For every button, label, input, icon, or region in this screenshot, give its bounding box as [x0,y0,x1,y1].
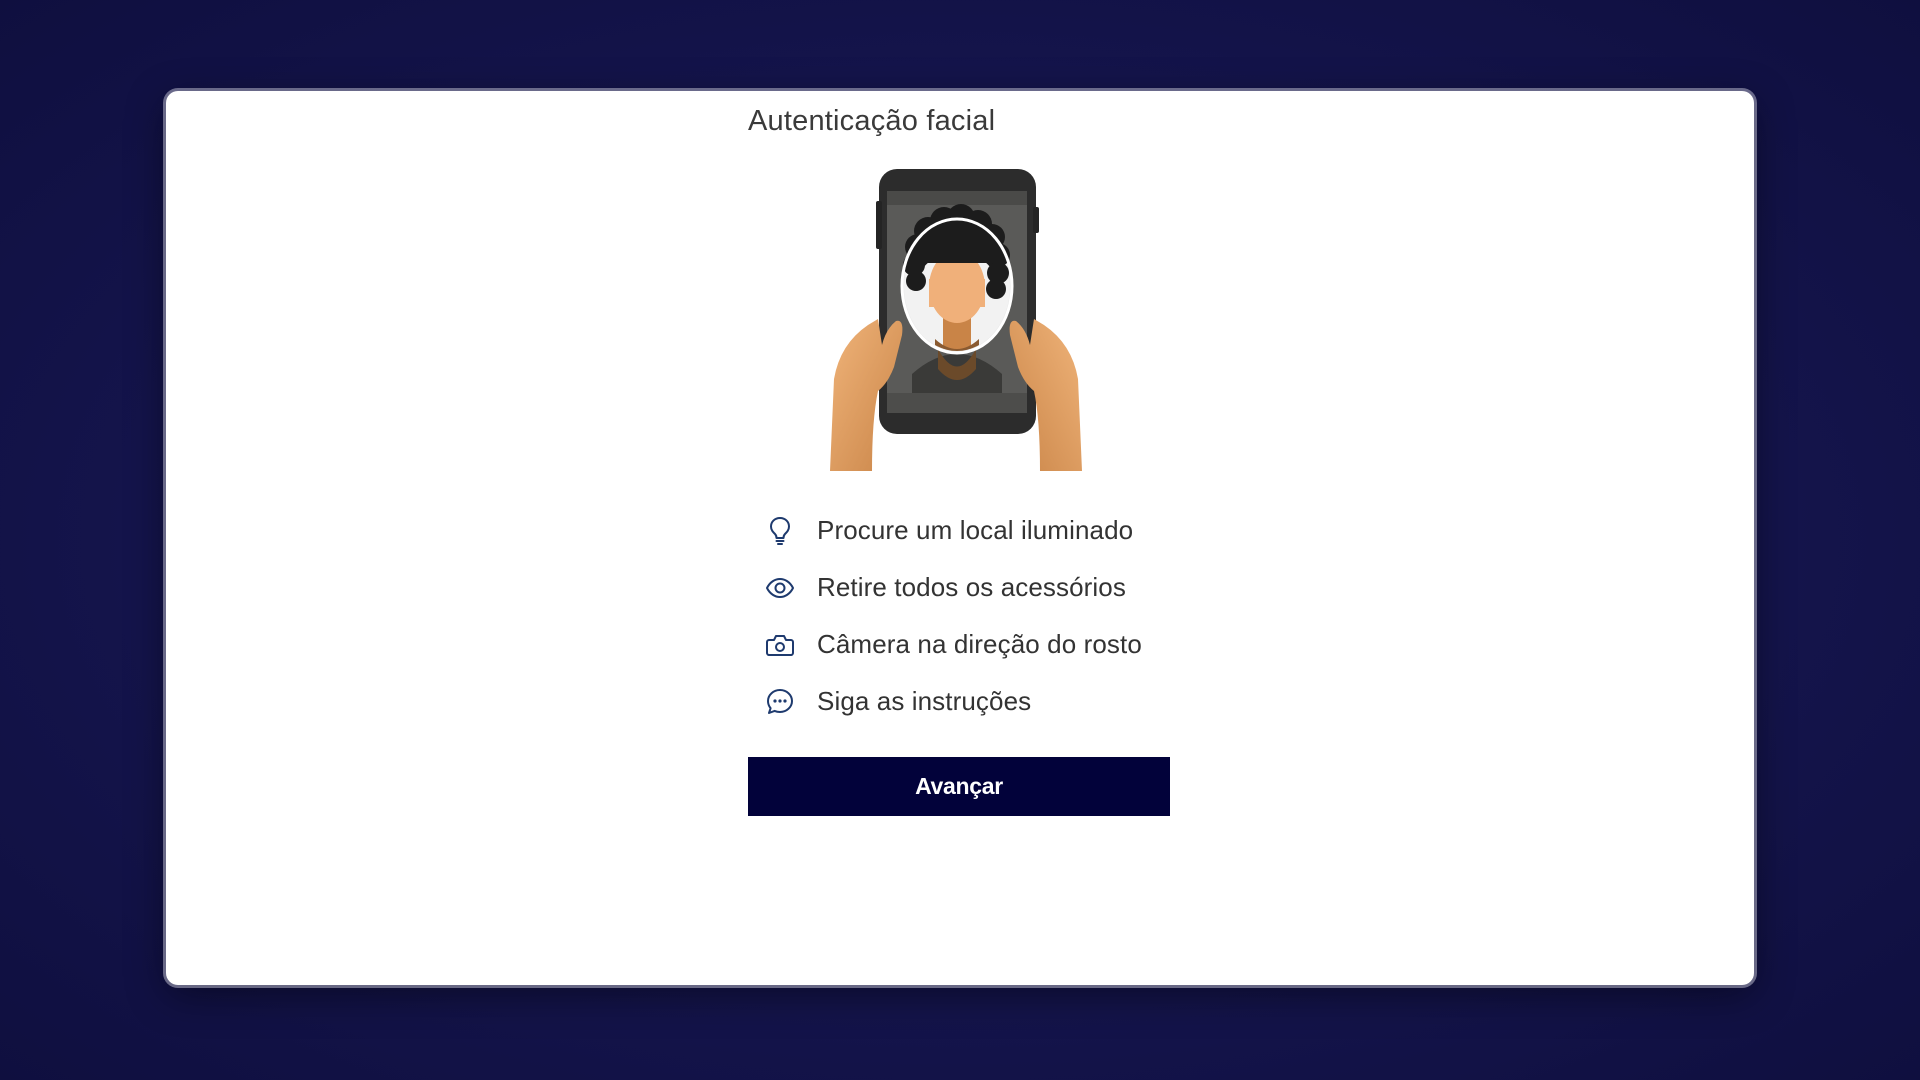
eye-icon [764,572,796,604]
next-button[interactable]: Avançar [748,757,1170,816]
camera-icon [764,629,796,661]
instruction-item-follow: Siga as instruções [748,673,1170,730]
instruction-label: Câmera na direção do rosto [817,629,1142,659]
instruction-label: Siga as instruções [817,686,1032,716]
face-auth-dialog: Autenticação facial Procure um local ilu… [166,91,1754,985]
selfie-illustration [830,169,1082,471]
lightbulb-icon [764,515,796,547]
instruction-label: Retire todos os acessórios [817,572,1126,602]
dialog-title: Autenticação facial [748,105,996,137]
instruction-item-accessories: Retire todos os acessórios [748,559,1170,616]
instructions-list: Procure um local iluminado Retire todos … [748,502,1170,730]
instruction-label: Procure um local iluminado [817,515,1134,545]
chat-bubble-icon [764,686,796,718]
instruction-item-lighting: Procure um local iluminado [748,502,1170,559]
instruction-item-camera: Câmera na direção do rosto [748,616,1170,673]
